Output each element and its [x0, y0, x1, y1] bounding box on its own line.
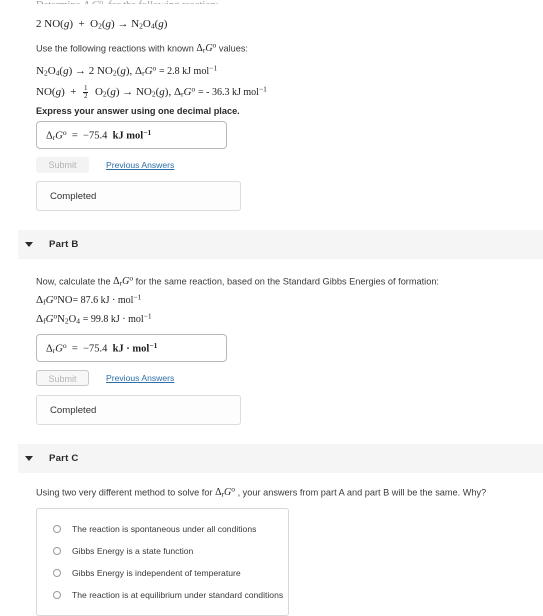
- part-a-submit-button[interactable]: Submit: [36, 157, 89, 173]
- part-b-header[interactable]: Part B: [18, 230, 543, 259]
- part-b-prompt: Now, calculate the ΔrGo for the same rea…: [36, 274, 439, 289]
- radio-icon[interactable]: [53, 525, 61, 533]
- part-c-title: Part C: [49, 453, 79, 464]
- known-reaction-1-equation: N2O4(g) → 2 NO2(g), ΔrGo = 2.8 kJ mol−1: [36, 63, 218, 78]
- clipped-page-heading: Determine ΔrGo for the following reactio…: [36, 0, 219, 4]
- part-b-status-panel: Completed: [36, 395, 241, 425]
- formation-no-value: = 87.6 kJ · mol: [72, 295, 134, 306]
- part-a-precision-note: Express your answer using one decimal pl…: [36, 106, 240, 116]
- part-c-question-suffix: , your answers from part A and part B wi…: [237, 487, 487, 498]
- known-reaction-2-value: = - 36.3 kJ mol: [198, 87, 259, 98]
- part-b-status-label: Completed: [50, 404, 97, 416]
- option-label: The reaction is spontaneous under all co…: [72, 524, 257, 534]
- known-reaction-1-value: = 2.8 kJ mol: [159, 66, 210, 77]
- chevron-down-icon[interactable]: [25, 456, 33, 461]
- known-reaction-1: N2O4(g) → 2 NO2(g), ΔrGo = 2.8 kJ mol−1: [36, 61, 217, 79]
- part-a-reaction: 2 NO(g) + O2(g) → N2O4(g): [36, 14, 167, 32]
- radio-icon[interactable]: [53, 591, 61, 599]
- formation-energy-no: ΔfGoNO= 87.6 kJ · mol−1: [36, 290, 141, 308]
- part-a-status-panel: Completed: [36, 181, 241, 211]
- part-b-prompt-suffix: for the same reaction, based on the Stan…: [135, 276, 439, 287]
- known-reaction-2-equation: NO(g) + 12 O2(g) → NO2(g), ΔrGo = - 36.3…: [36, 83, 267, 100]
- radio-icon[interactable]: [53, 569, 61, 577]
- option-row[interactable]: The reaction is spontaneous under all co…: [37, 518, 288, 540]
- part-b-title: Part B: [49, 239, 79, 250]
- part-a-status-label: Completed: [50, 190, 97, 202]
- formation-energy-n2o4-equation: ΔfGoN2O4 = 99.8 kJ · mol−1: [36, 311, 152, 326]
- instructions-suffix: values:: [218, 43, 248, 54]
- part-b-answer-value: −75.4: [83, 343, 108, 355]
- known-reaction-2: NO(g) + 12 O2(g) → NO2(g), ΔrGo = - 36.3…: [36, 82, 267, 100]
- part-c-question-prefix: Using two very different method to solve…: [36, 487, 213, 498]
- formation-energy-no-equation: ΔfGoNO= 87.6 kJ · mol−1: [36, 292, 142, 307]
- formation-energy-n2o4: ΔfGoN2O4 = 99.8 kJ · mol−1: [36, 309, 152, 327]
- part-b-answer-units: kJ · mol: [112, 343, 150, 355]
- option-row[interactable]: Gibbs Energy is a state function: [37, 540, 288, 562]
- part-b-previous-answers-link[interactable]: Previous Answers: [106, 373, 174, 383]
- part-b-prompt-prefix: Now, calculate the: [36, 276, 111, 287]
- part-b-answer-box[interactable]: ΔrGo = −75.4 kJ · mol−1: [36, 334, 227, 362]
- radio-icon[interactable]: [53, 547, 61, 555]
- option-label: Gibbs Energy is independent of temperatu…: [72, 568, 241, 578]
- option-row[interactable]: Gibbs Energy is independent of temperatu…: [37, 562, 288, 584]
- option-label: Gibbs Energy is a state function: [72, 546, 194, 556]
- part-a-answer-value: −75.4: [83, 130, 108, 142]
- part-c-options-group: The reaction is spontaneous under all co…: [36, 508, 289, 616]
- chevron-down-icon[interactable]: [25, 242, 33, 247]
- delta-r-g-symbol: ΔrGo: [196, 41, 217, 56]
- formation-n2o4-value: = 99.8 kJ · mol: [82, 314, 144, 325]
- part-a-previous-answers-link[interactable]: Previous Answers: [106, 160, 174, 170]
- part-a-instructions: Use the following reactions with known Δ…: [36, 41, 248, 56]
- part-a-answer-units: kJ mol: [112, 130, 144, 142]
- option-label: The reaction is at equilibrium under sta…: [72, 590, 284, 600]
- delta-r-g-symbol-c: ΔrGo: [215, 485, 236, 500]
- part-a-answer-box[interactable]: ΔrGo = −75.4 kJ mol−1: [36, 121, 227, 149]
- option-row[interactable]: The reaction is at equilibrium under sta…: [37, 584, 288, 606]
- clipped-heading-text: Determine ΔrGo for the following reactio…: [36, 0, 219, 4]
- delta-r-g-symbol-b: ΔrGo: [113, 274, 134, 289]
- part-b-submit-button[interactable]: Submit: [36, 370, 89, 386]
- instructions-prefix: Use the following reactions with known: [36, 43, 194, 54]
- part-c-question: Using two very different method to solve…: [36, 485, 486, 500]
- target-reaction-equation: 2 NO(g) + O2(g) → N2O4(g): [36, 18, 168, 31]
- part-a-answer-expression: ΔrGo = −75.4 kJ mol−1: [46, 127, 152, 142]
- part-b-answer-expression: ΔrGo = −75.4 kJ · mol−1: [46, 340, 158, 355]
- one-half-fraction: 12: [82, 83, 89, 100]
- part-b-actions: Submit Previous Answers: [36, 370, 174, 386]
- part-c-header[interactable]: Part C: [18, 444, 543, 473]
- part-a-actions: Submit Previous Answers: [36, 157, 174, 173]
